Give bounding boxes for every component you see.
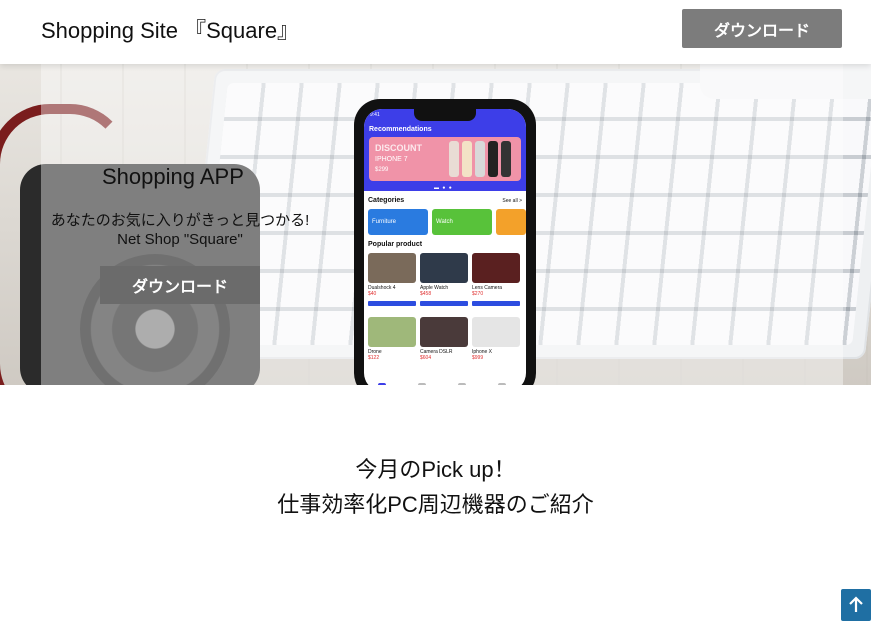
pickup-heading: 今月のPick up！	[355, 457, 516, 482]
product-card[interactable]: Dualshock 4 $40	[368, 253, 416, 311]
site-title[interactable]: Shopping Site 『Square』	[41, 13, 299, 45]
arrow-up-icon	[849, 596, 863, 612]
buy-button[interactable]	[420, 301, 468, 306]
site-header: Shopping Site 『Square』 ダウンロード	[0, 0, 871, 64]
hero-banner: Shopping APP あなたのお気に入りがきっと見つかる! Net Shop…	[0, 64, 871, 385]
bag-icon[interactable]	[458, 383, 466, 385]
app-discount-banner: DISCOUNT IPHONE 7 $299	[369, 137, 521, 181]
phone-notch	[414, 109, 476, 121]
app-see-all-link[interactable]: See all >	[502, 198, 522, 204]
hero-title: Shopping APP	[102, 164, 244, 189]
buy-button[interactable]	[472, 301, 520, 306]
hero-shop-name: Net Shop "Square"	[117, 231, 243, 248]
banner-product-text: IPHONE 7	[375, 156, 408, 163]
home-icon[interactable]	[378, 383, 386, 385]
buy-button[interactable]	[368, 301, 416, 306]
header-download-button[interactable]: ダウンロード	[682, 9, 842, 48]
category-watch[interactable]: Watch	[432, 209, 492, 235]
app-recommendations-title: Recommendations	[369, 126, 432, 133]
product-card[interactable]: Lens Camera $270	[472, 253, 520, 311]
app-tab-bar	[364, 381, 526, 385]
phone-product-image	[501, 141, 511, 177]
category-furniture[interactable]: Furniture	[368, 209, 428, 235]
phone-mockup: 9:41 Recommendations DISCOUNT IPHONE 7 $…	[354, 99, 536, 385]
app-categories-title: Categories	[368, 197, 405, 204]
cart-icon[interactable]	[418, 383, 426, 385]
phone-product-image	[462, 141, 472, 177]
phone-product-image	[488, 141, 498, 177]
category-more[interactable]	[496, 209, 526, 235]
app-status-time: 9:41	[370, 112, 380, 118]
app-header: 9:41 Recommendations DISCOUNT IPHONE 7 $…	[364, 109, 526, 191]
phone-product-image	[449, 141, 459, 177]
banner-discount-text: DISCOUNT	[375, 143, 422, 153]
banner-price-text: $299	[375, 167, 389, 173]
phone-screen: 9:41 Recommendations DISCOUNT IPHONE 7 $…	[364, 109, 526, 385]
product-card[interactable]: Drone $122	[368, 317, 416, 375]
phone-product-image	[475, 141, 485, 177]
app-popular-title: Popular product	[368, 241, 423, 248]
hero-download-button[interactable]: ダウンロード	[100, 266, 260, 304]
banner-pager-dots: ▬ ● ●	[434, 185, 453, 191]
product-card[interactable]: Apple Watch $458	[420, 253, 468, 311]
hero-subtitle: あなたのお気に入りがきっと見つかる!	[50, 212, 310, 229]
product-card[interactable]: Camera DSLR $604	[420, 317, 468, 375]
product-card[interactable]: Iphone X $999	[472, 317, 520, 375]
user-icon[interactable]	[498, 383, 506, 385]
pickup-subheading: 仕事効率化PC周辺機器のご紹介	[277, 492, 594, 517]
back-to-top-button[interactable]	[841, 589, 871, 621]
